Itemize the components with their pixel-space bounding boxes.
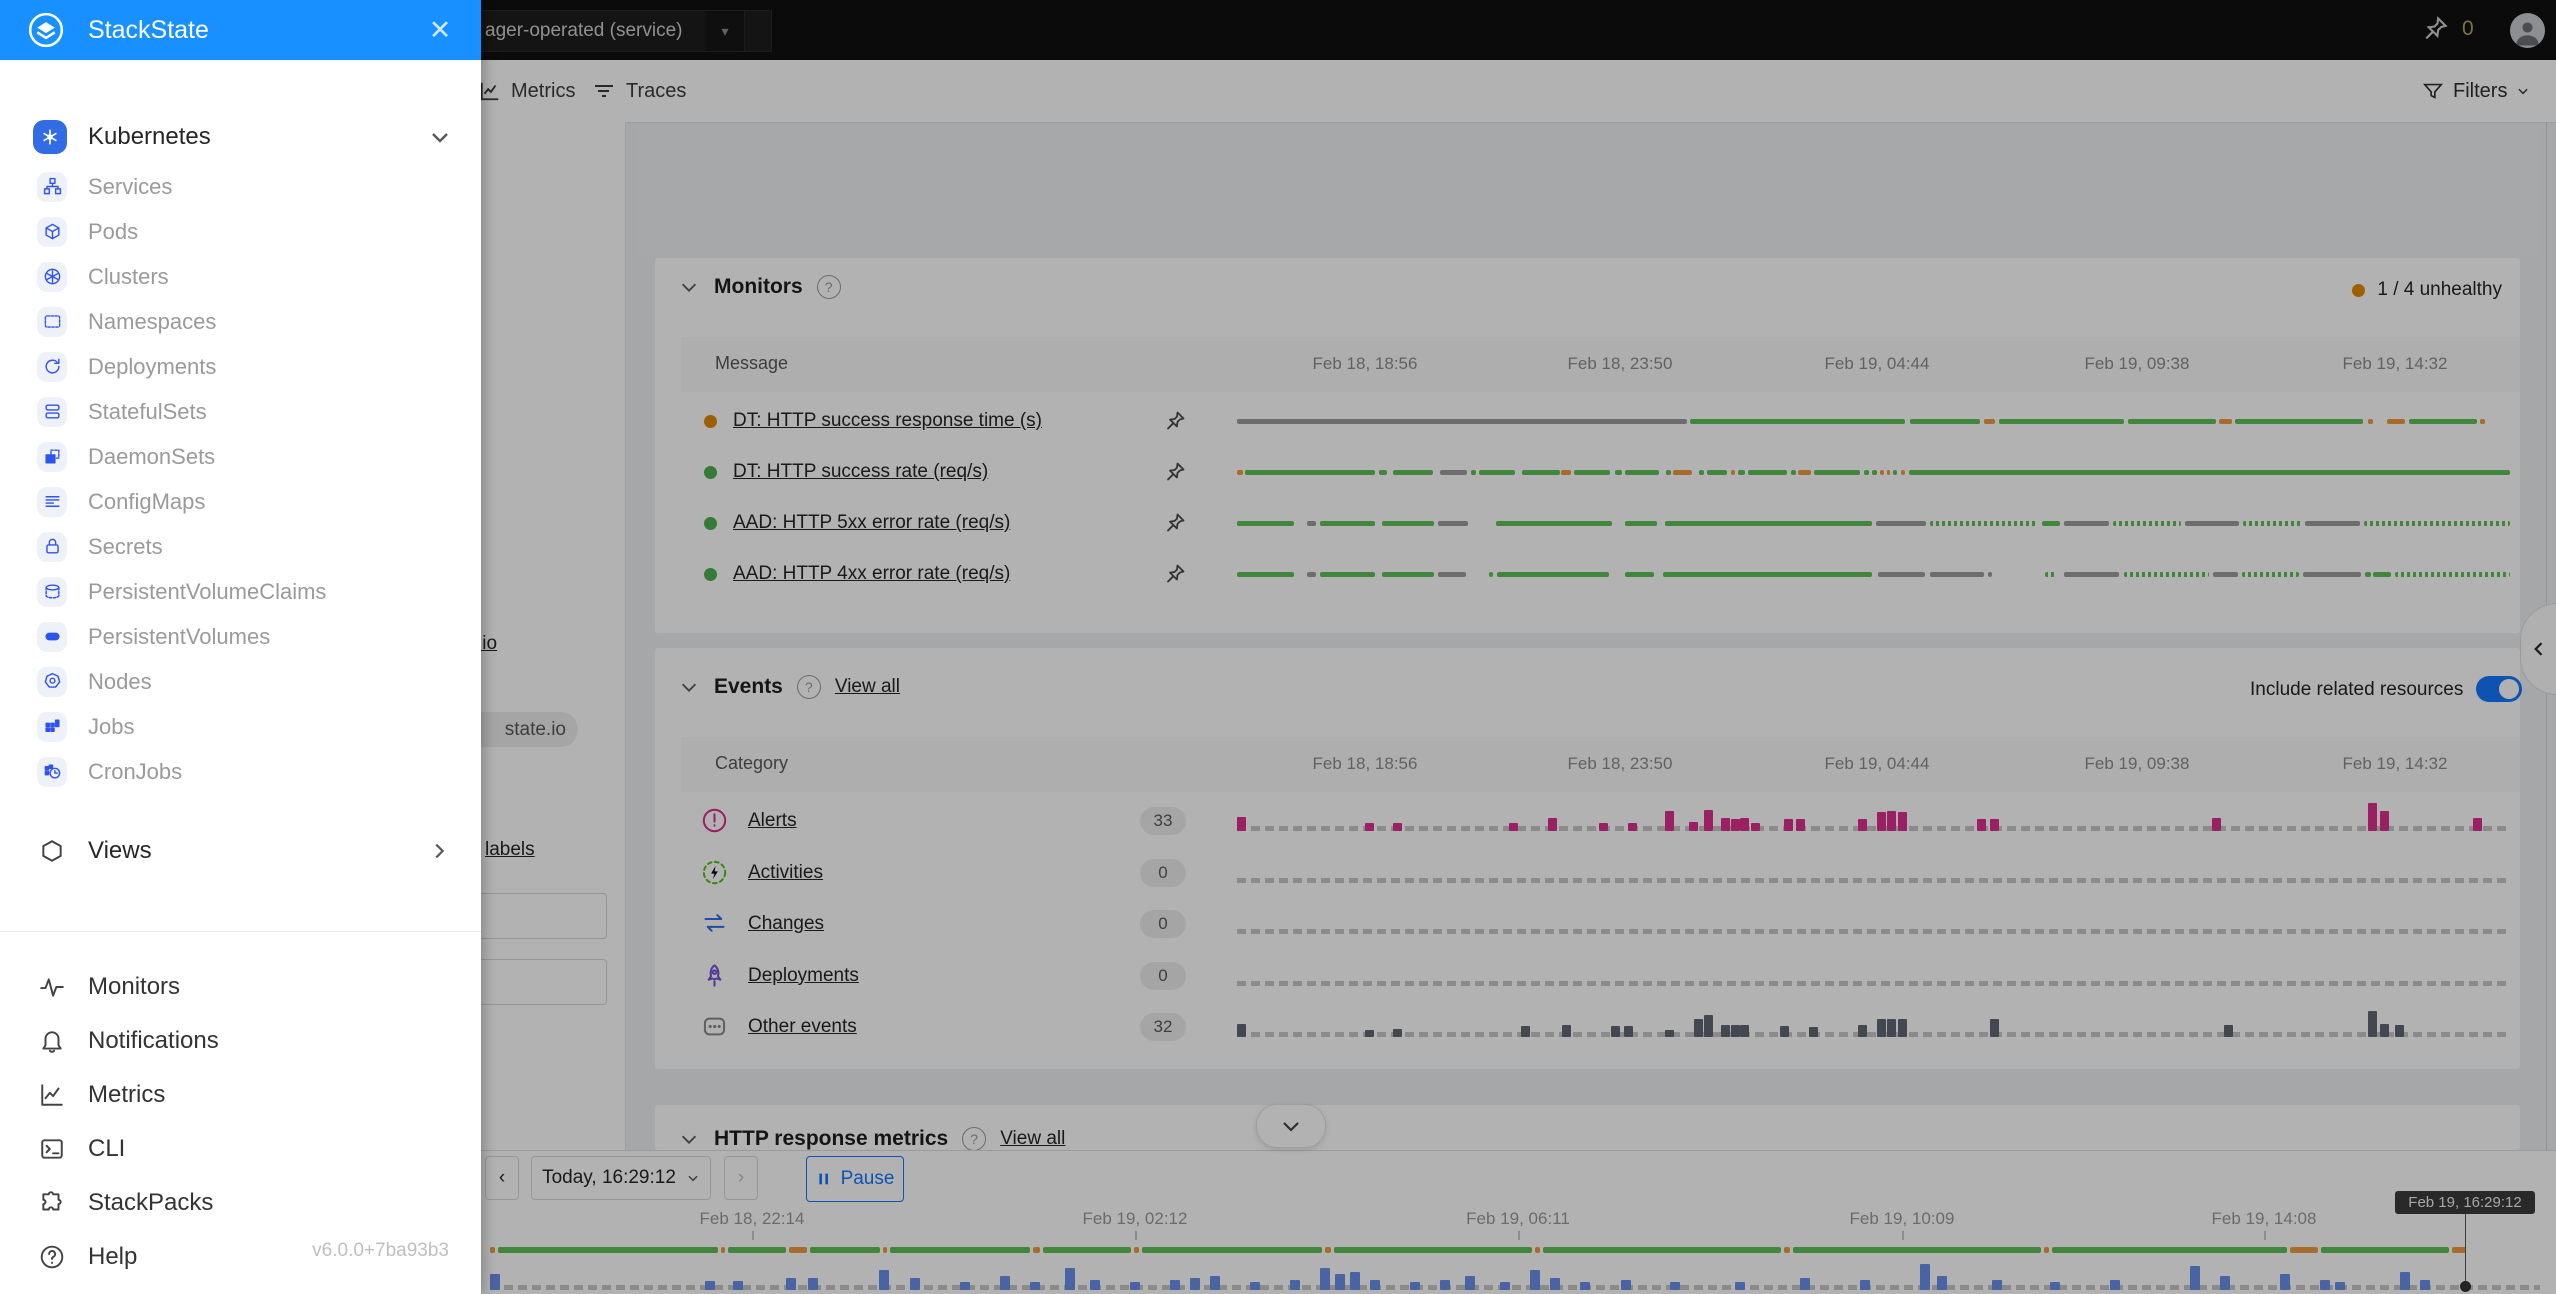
sidebar-item-statefulsets[interactable]: StatefulSets [0,389,481,434]
chevron-down-icon [428,125,452,149]
sidebar-item-cronjobs[interactable]: CronJobs [0,749,481,794]
chevron-right-icon [428,840,450,862]
cli-icon [37,1134,67,1164]
sidebar-item-label: Namespaces [88,309,216,335]
sidebar-item-label: PersistentVolumeClaims [88,579,326,605]
sidebar-item-label: DaemonSets [88,444,215,470]
sidebar-item-label: Monitors [88,973,180,1001]
secrets-icon [37,532,67,562]
sidebar-item-label: Help [88,1243,137,1271]
sidebar-item-kubernetes[interactable]: Kubernetes [0,112,481,162]
sidebar-item-stackpacks[interactable]: StackPacks [0,1176,481,1230]
sidebar-item-label: Clusters [88,264,169,290]
drawer-divider [0,931,481,932]
kubernetes-icon [33,120,67,154]
sidebar-item-notifications[interactable]: Notifications [0,1014,481,1068]
sidebar-item-persistentvolumeclaims[interactable]: PersistentVolumeClaims [0,569,481,614]
cronjobs-icon [37,757,67,787]
namespaces-icon [37,307,67,337]
sidebar-item-views[interactable]: Views [0,826,481,876]
sidebar-item-label: Metrics [88,1081,165,1109]
monitors-icon [37,972,67,1002]
sidebar-item-label: PersistentVolumes [88,624,270,650]
views-cube-icon [37,836,67,866]
daemonsets-icon [37,442,67,472]
sidebar-item-label: StatefulSets [88,399,207,425]
services-icon [37,172,67,202]
stackstate-app: ager-operated (service) ▾ 0 Metrics Trac… [0,0,2556,1294]
sidebar-item-label: Pods [88,219,138,245]
clusters-icon [37,262,67,292]
sidebar-item-label: Services [88,174,172,200]
sidebar-item-services[interactable]: Services [0,164,481,209]
sidebar-item-deployments[interactable]: Deployments [0,344,481,389]
sidebar-item-jobs[interactable]: Jobs [0,704,481,749]
sidebar-item-label: ConfigMaps [88,489,205,515]
version-label: v6.0.0+7ba93b3 [312,1240,449,1262]
pv-icon [37,622,67,652]
stackpacks-icon [37,1188,67,1218]
sidebar-item-persistentvolumes[interactable]: PersistentVolumes [0,614,481,659]
metrics-icon [37,1080,67,1110]
sidebar-item-configmaps[interactable]: ConfigMaps [0,479,481,524]
sidebar-item-label: Notifications [88,1027,219,1055]
main-menu-drawer: StackState ✕ Kubernetes Services Pods Clus… [0,0,481,1294]
help-icon [37,1242,67,1272]
notifications-icon [37,1026,67,1056]
sidebar-item-label: Secrets [88,534,163,560]
deployments-icon [37,352,67,382]
close-icon[interactable]: ✕ [424,14,456,46]
statefulsets-icon [37,397,67,427]
sidebar-item-clusters[interactable]: Clusters [0,254,481,299]
sidebar-item-daemonsets[interactable]: DaemonSets [0,434,481,479]
sidebar-item-label: StackPacks [88,1189,213,1217]
sidebar-item-label: CLI [88,1135,125,1163]
jobs-icon [37,712,67,742]
sidebar-item-label: Nodes [88,669,152,695]
sidebar-item-label: CronJobs [88,759,182,785]
sidebar-item-cli[interactable]: CLI [0,1122,481,1176]
pods-icon [37,217,67,247]
drawer-header: StackState ✕ [0,0,481,60]
sidebar-item-label: Deployments [88,354,216,380]
sidebar-item-monitors[interactable]: Monitors [0,960,481,1014]
sidebar-item-pods[interactable]: Pods [0,209,481,254]
stackstate-logo-icon [26,10,66,50]
pvc-icon [37,577,67,607]
sidebar-item-secrets[interactable]: Secrets [0,524,481,569]
sidebar-item-nodes[interactable]: Nodes [0,659,481,704]
sidebar-item-namespaces[interactable]: Namespaces [0,299,481,344]
sidebar-item-metrics[interactable]: Metrics [0,1068,481,1122]
nodes-icon [37,667,67,697]
brand-title: StackState [88,16,209,45]
sidebar-item-label: Jobs [88,714,134,740]
configmaps-icon [37,487,67,517]
